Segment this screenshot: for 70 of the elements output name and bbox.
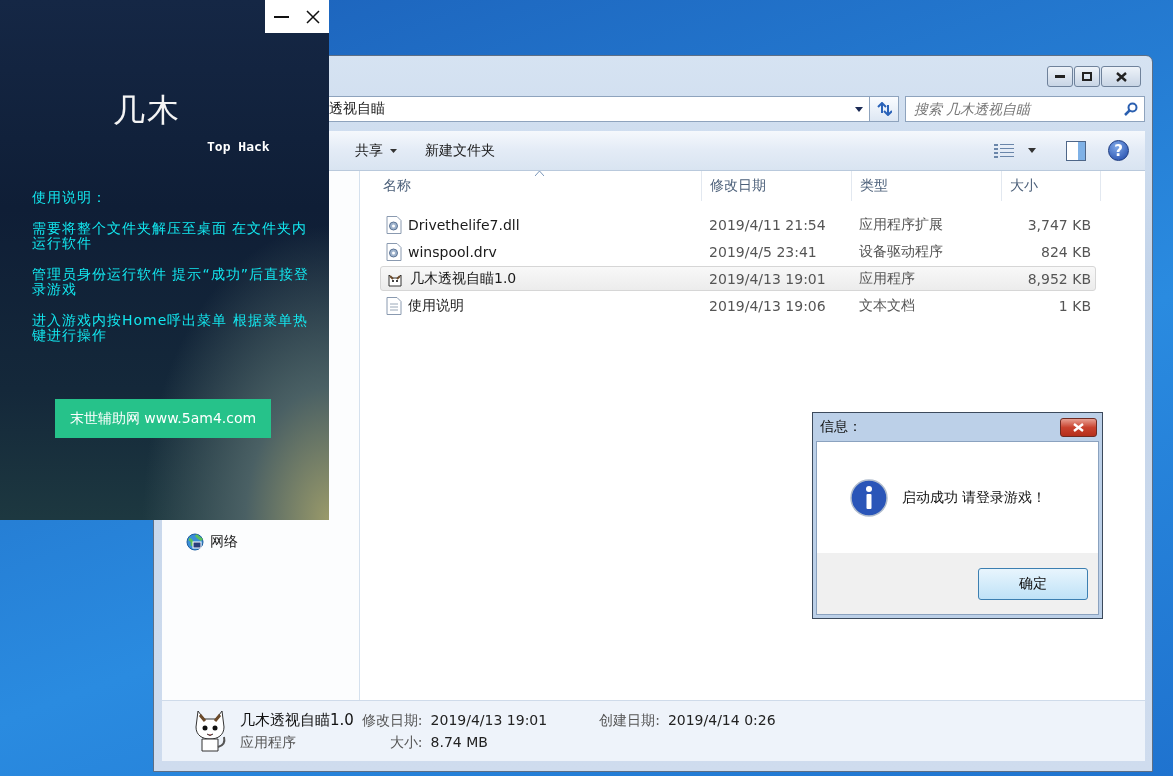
- file-size: 1 KB: [1058, 297, 1091, 314]
- close-button[interactable]: [1060, 417, 1097, 437]
- field-label: 大小:: [388, 733, 423, 752]
- text-file-icon: [386, 296, 402, 315]
- field-value: 2019/4/14 0:26: [667, 711, 776, 728]
- field-value: 8.74 MB: [430, 733, 489, 750]
- instruction-text: 进入游戏内按Home呼出菜单 根据菜单热键进行操作: [32, 313, 309, 343]
- settings-file-icon: [386, 242, 402, 261]
- field-label: 修改日期:: [361, 711, 423, 730]
- share-menu-button[interactable]: 共享: [347, 137, 405, 164]
- app-subtitle: Top Hack: [207, 139, 270, 154]
- globe-network-icon: [186, 533, 204, 551]
- dialog-title: 信息：: [820, 418, 862, 436]
- file-size: 824 KB: [1041, 243, 1091, 260]
- file-type: 设备驱动程序: [858, 242, 943, 259]
- modified-date: 2019/4/13 19:01: [709, 270, 826, 287]
- refresh-button[interactable]: [870, 96, 899, 122]
- instruction-text: 管理员身份运行软件 提示“成功”后直接登录游戏: [32, 267, 310, 297]
- app-title: 几木: [113, 90, 182, 131]
- file-type: 应用程序: [240, 733, 297, 752]
- close-icon: [306, 9, 320, 24]
- file-type: 应用程序扩展: [858, 215, 943, 232]
- close-icon: [1073, 422, 1084, 432]
- caret-icon: [390, 148, 397, 153]
- new-folder-button[interactable]: 新建文件夹: [417, 137, 503, 164]
- address-bar[interactable]: 透视自瞄: [329, 96, 870, 122]
- file-size: 8,952 KB: [1027, 270, 1091, 287]
- info-icon: [850, 478, 888, 517]
- caret-icon[interactable]: [1028, 148, 1036, 153]
- file-size: 3,747 KB: [1027, 216, 1091, 233]
- file-name: winspool.drv: [408, 243, 497, 260]
- file-name: Drivethelife7.dll: [408, 216, 520, 233]
- minimize-button[interactable]: [1047, 66, 1073, 87]
- file-row[interactable]: 几木透视自瞄1.0 2019/4/13 19:01 应用程序 8,952 KB: [380, 266, 1096, 291]
- settings-file-icon: [386, 215, 402, 234]
- column-header[interactable]: 修改日期: [702, 171, 852, 201]
- modified-date: 2019/4/11 21:54: [709, 216, 826, 233]
- dialog-message: 启动成功 请登录游戏！: [902, 488, 1047, 507]
- file-name: 几木透视自瞄1.0: [410, 269, 517, 288]
- file-type: 应用程序: [858, 269, 915, 286]
- maximize-icon: [1082, 72, 1092, 81]
- minimize-icon: [1055, 75, 1065, 78]
- instructions-heading: 使用说明：: [32, 190, 108, 205]
- field-label: 创建日期:: [599, 711, 660, 730]
- file-row[interactable]: Drivethelife7.dll 2019/4/11 21:54 应用程序扩展 3,747 KB: [380, 212, 1096, 237]
- dropdown-arrow-icon: [855, 106, 863, 112]
- instruction-text: 需要将整个文件夹解压至桌面 在文件夹内运行软件: [32, 221, 309, 251]
- column-header[interactable]: 大小: [1002, 171, 1101, 201]
- close-button[interactable]: [1101, 66, 1141, 87]
- column-header[interactable]: 类型: [852, 171, 1002, 201]
- file-row[interactable]: winspool.drv 2019/4/5 23:41 设备驱动程序 824 KB: [380, 239, 1096, 264]
- preview-pane-icon[interactable]: [1066, 140, 1086, 161]
- view-list-icon[interactable]: [994, 142, 1014, 159]
- file-name: 几木透视自瞄1.0: [240, 710, 354, 730]
- file-type: 文本文档: [858, 296, 915, 313]
- close-icon: [1115, 71, 1127, 82]
- refresh-arrows-icon: [876, 102, 892, 116]
- address-path: 透视自瞄: [329, 100, 386, 118]
- confirm-button[interactable]: 确定: [978, 567, 1088, 600]
- maximize-button[interactable]: [1074, 66, 1100, 87]
- search-icon: [1124, 102, 1138, 116]
- column-header[interactable]: 名称: [375, 171, 702, 201]
- minimize-icon: [273, 15, 289, 18]
- modified-date: 2019/4/5 23:41: [709, 243, 817, 260]
- nav-item[interactable]: 网络: [210, 533, 238, 551]
- file-name: 使用说明: [408, 296, 464, 315]
- modified-date: 2019/4/13 19:06: [709, 297, 826, 314]
- field-value: 2019/4/13 19:01: [430, 711, 548, 728]
- file-row[interactable]: 使用说明 2019/4/13 19:06 文本文档 1 KB: [380, 293, 1096, 318]
- search-field[interactable]: 搜索 几木透视自瞄: [905, 96, 1145, 122]
